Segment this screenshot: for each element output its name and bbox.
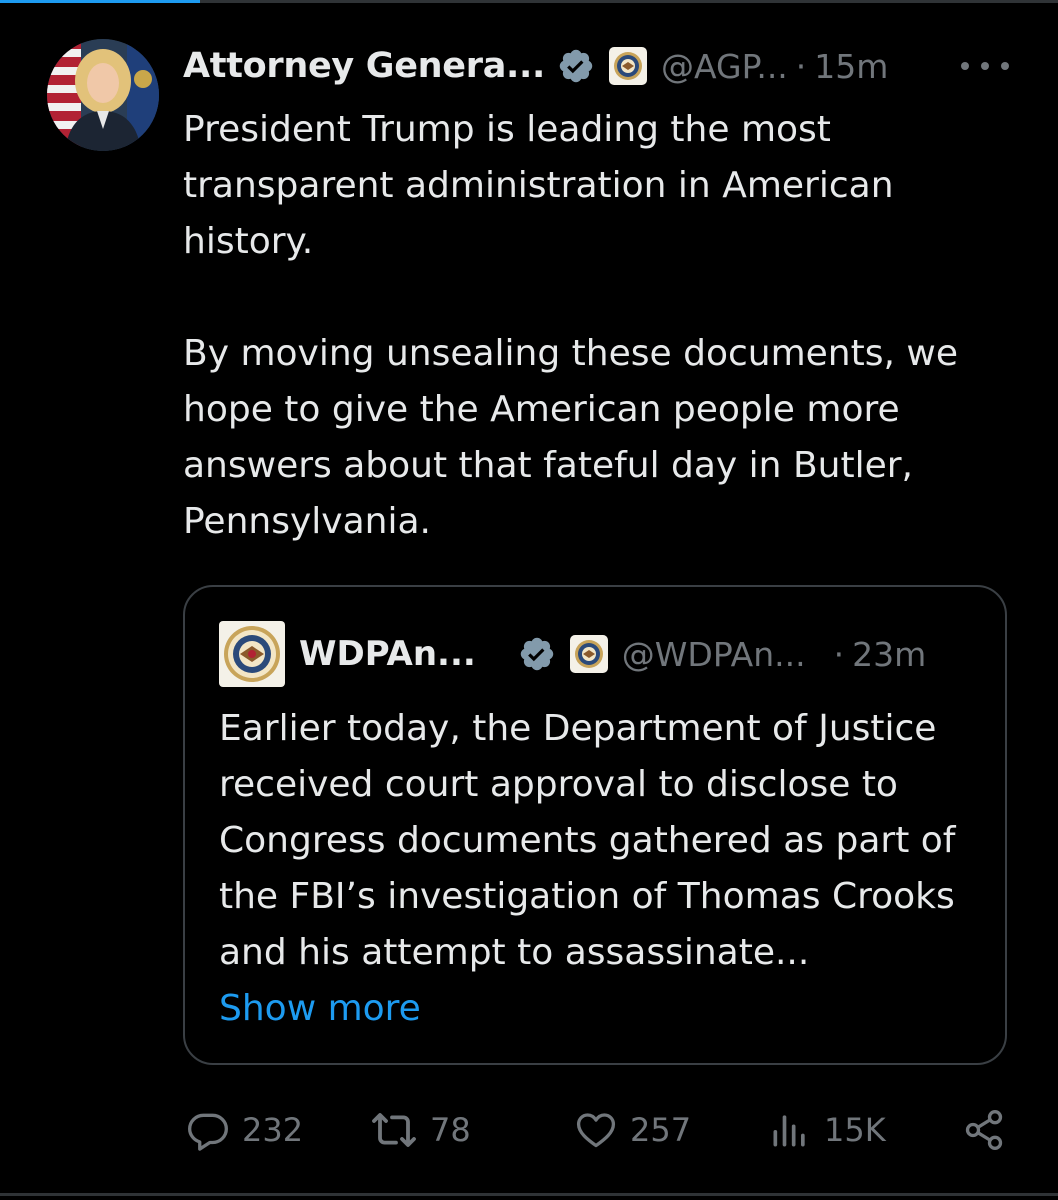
post-time[interactable]: 15m [814, 47, 888, 86]
tweet-paragraph: President Trump is leading the most tran… [183, 109, 894, 262]
author-handle[interactable]: @AGP... [661, 47, 788, 86]
action-bar: 232 78 257 15K [186, 1104, 1016, 1156]
dot-separator: · [833, 634, 845, 674]
quoted-post-time[interactable]: 23m [852, 635, 926, 674]
quoted-tweet-text: Earlier today, the Department of Justice… [219, 701, 989, 1037]
quoted-author-avatar[interactable] [219, 621, 285, 687]
tweet-paragraph: By moving unsealing these documents, we … [183, 333, 958, 542]
like-button[interactable]: 257 [574, 1104, 691, 1156]
show-more-link[interactable]: Show more [219, 981, 989, 1037]
tweet-screen: Attorney Genera... @AGP... · 15m Preside… [0, 0, 1058, 1200]
avatar-photo [47, 39, 159, 151]
bottom-divider [0, 1193, 1058, 1196]
tweet-text: President Trump is leading the most tran… [183, 102, 1013, 550]
reply-icon [188, 1113, 228, 1151]
verified-badge-icon[interactable] [557, 47, 595, 85]
like-count: 257 [630, 1111, 692, 1149]
tweet-header: Attorney Genera... @AGP... · 15m [183, 38, 1023, 94]
active-tab-indicator [0, 0, 200, 3]
author-avatar[interactable] [47, 39, 159, 151]
view-count: 15K [824, 1111, 886, 1149]
doj-seal-icon [224, 626, 280, 682]
views-button[interactable]: 15K [768, 1104, 886, 1156]
repost-button[interactable]: 78 [370, 1104, 471, 1156]
more-options-icon[interactable] [961, 48, 1009, 84]
quoted-tweet-card[interactable]: WDPAn... @WDPAn... · 23m Earlier today, … [183, 585, 1007, 1065]
analytics-icon [773, 1115, 805, 1147]
author-name[interactable]: Attorney Genera... [183, 46, 545, 86]
reply-button[interactable]: 232 [186, 1104, 303, 1156]
repost-count: 78 [430, 1111, 471, 1149]
quoted-author-handle[interactable]: @WDPAn... [622, 635, 806, 674]
repost-icon [372, 1113, 416, 1147]
doj-seal-icon [609, 47, 647, 85]
share-button[interactable] [962, 1104, 1006, 1156]
verified-badge-icon[interactable] [518, 635, 556, 673]
reply-count: 232 [242, 1111, 304, 1149]
share-icon [965, 1110, 1003, 1150]
heart-icon [576, 1113, 616, 1148]
dot-separator: · [795, 46, 807, 86]
quoted-author-name[interactable]: WDPAn... [299, 634, 476, 674]
doj-seal-icon [569, 635, 608, 673]
quoted-tweet-header: WDPAn... @WDPAn... · 23m [219, 621, 979, 687]
quoted-text-body: Earlier today, the Department of Justice… [219, 708, 956, 973]
